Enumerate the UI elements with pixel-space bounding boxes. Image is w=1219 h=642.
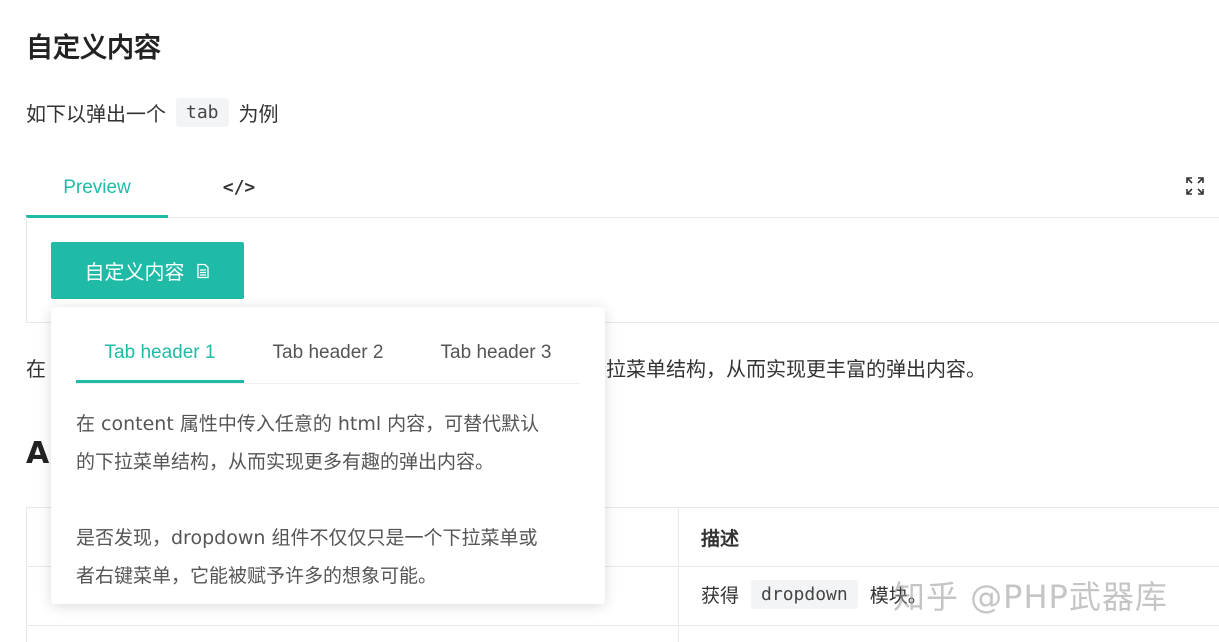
popup-paragraph-line: 在 content 属性中传入任意的 html 内容，可替代默认 — [76, 413, 540, 435]
table-header-desc: 描述 — [701, 528, 740, 550]
row-desc-code: dropdown — [751, 580, 858, 609]
popup-content: 在 content 属性中传入任意的 html 内容，可替代默认 的下拉菜单结构… — [76, 405, 586, 595]
api-heading: A — [26, 436, 50, 471]
popup-paragraph-line: 的下拉菜单结构，从而实现更多有趣的弹出内容。 — [76, 451, 495, 473]
popup-tab-2[interactable]: Tab header 2 — [244, 325, 412, 381]
table-row-divider — [27, 625, 1219, 626]
row-desc-before: 获得 — [701, 585, 740, 607]
table-column-divider — [678, 508, 679, 642]
popup-tab-1[interactable]: Tab header 1 — [76, 325, 244, 383]
intro-text: 如下以弹出一个 tab 为例 — [26, 98, 279, 127]
popup-paragraph-line: 者右键菜单，它能被赋予许多的想象可能。 — [76, 565, 438, 587]
tab-preview[interactable]: Preview — [26, 160, 168, 218]
document-icon — [196, 263, 209, 278]
intro-before: 如下以弹出一个 — [26, 102, 166, 126]
fullscreen-icon[interactable] — [1185, 176, 1205, 196]
dropdown-popup: Tab header 1 Tab header 2 Tab header 3 在… — [51, 307, 605, 604]
watermark: 知乎 @PHP武器库 — [893, 578, 1168, 616]
demo-tabbar: Preview </> — [26, 160, 1219, 218]
custom-dropdown-button[interactable]: 自定义内容 — [51, 242, 244, 299]
intro-after: 为例 — [238, 102, 279, 126]
intro-code: tab — [176, 98, 229, 127]
dropdown-button-label: 自定义内容 — [84, 260, 185, 284]
section-title: 自定义内容 — [26, 33, 161, 64]
popup-paragraph-line: 是否发现，dropdown 组件不仅仅只是一个下拉菜单或 — [76, 527, 538, 549]
description-right: 拉菜单结构，从而实现更丰富的弹出内容。 — [606, 357, 986, 381]
description-left: 在 — [26, 357, 46, 381]
tab-code[interactable]: </> — [214, 160, 264, 215]
popup-tab-3[interactable]: Tab header 3 — [412, 325, 580, 381]
popup-tabbar: Tab header 1 Tab header 2 Tab header 3 — [76, 325, 580, 384]
